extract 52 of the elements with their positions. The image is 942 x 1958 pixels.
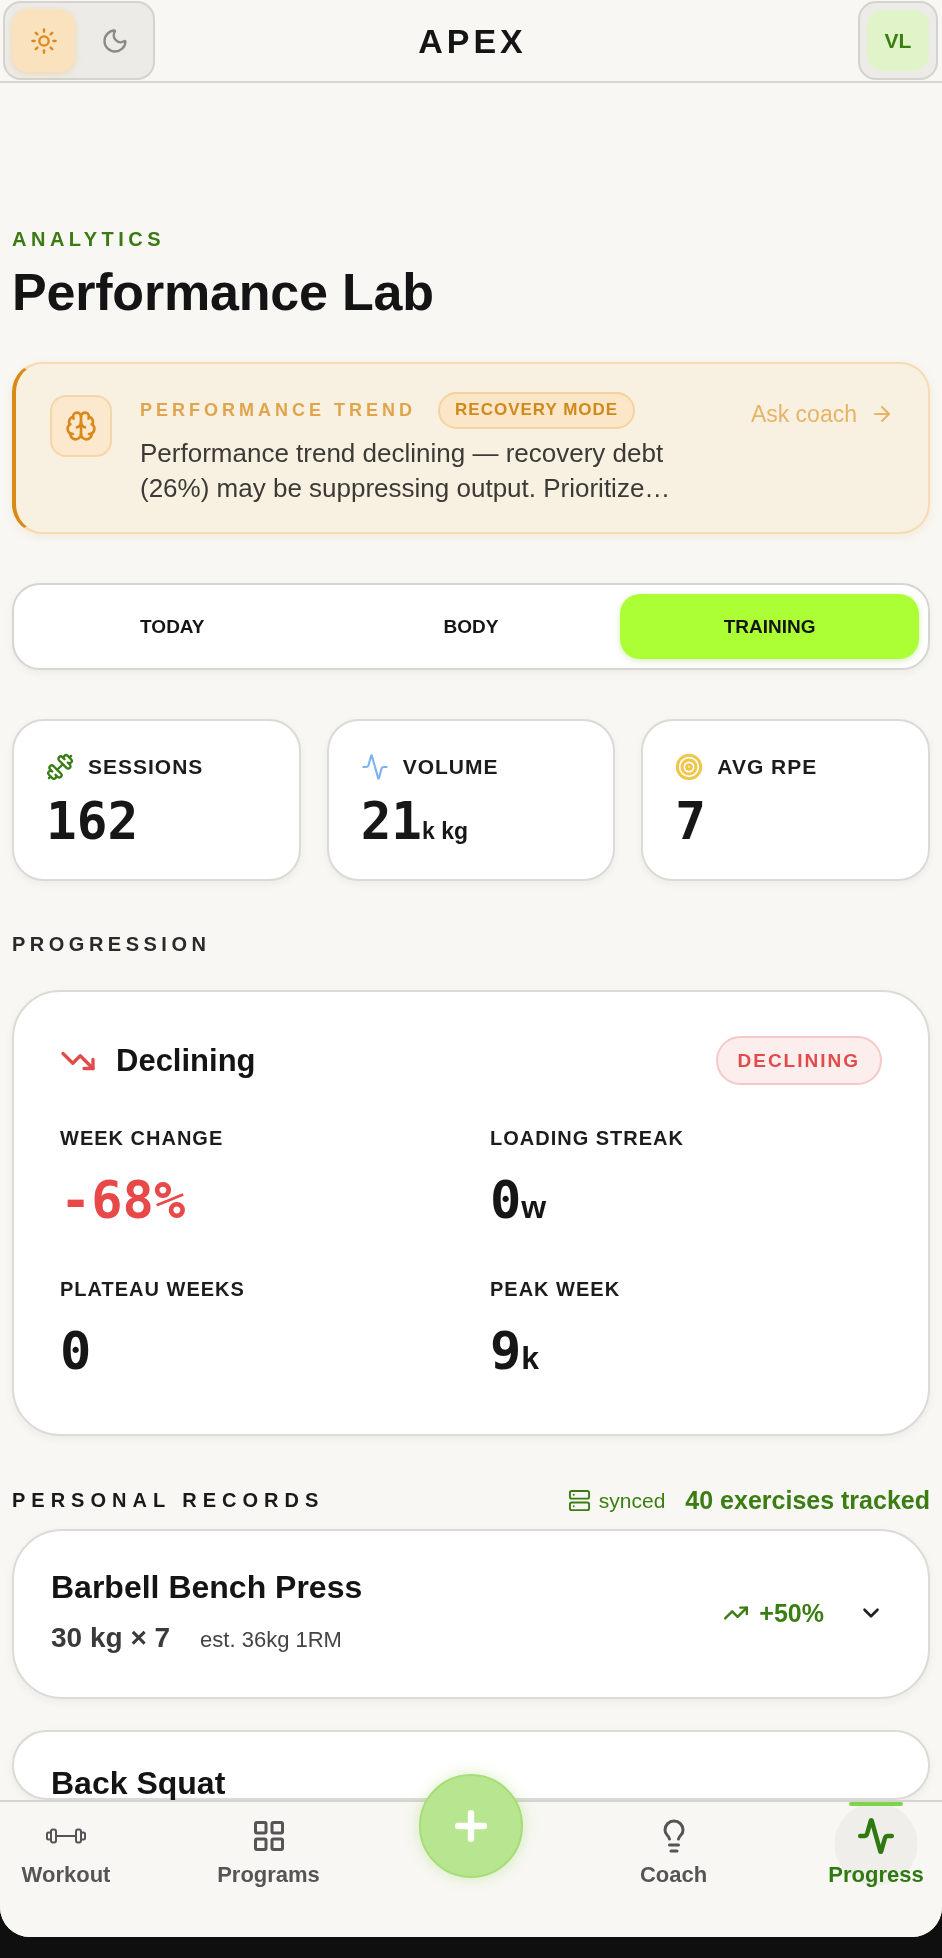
section-heading: PERSONAL RECORDS [12,1489,325,1512]
server-icon [567,1489,591,1512]
nav-item[interactable]: Workout [11,1802,121,1902]
avatar-button[interactable]: VL [867,10,929,71]
exercise-name: Barbell Bench Press [51,1569,363,1605]
stat-value: 7 [675,794,708,850]
barbell-icon [46,1828,86,1844]
insight-message: Performance trend declining — recovery debt (26%) may be suppressing output. Prioritize… [140,437,672,505]
sun-icon [29,26,58,55]
record-estimate: est. 36kg 1RM [200,1626,342,1654]
record-card[interactable]: Barbell Bench Press 30 kg × 7 est. 36kg 1RM +50% [12,1529,930,1699]
add-button[interactable] [419,1774,523,1878]
insight-label: PERFORMANCE TREND [140,399,416,421]
active-indicator [849,1802,903,1806]
app-title: APEX [418,21,527,61]
brain-icon [50,395,112,457]
tab[interactable]: BODY [321,594,621,659]
exercise-name: Back Squat [51,1768,226,1798]
metric-value: 9k [490,1322,541,1380]
metric-value: -68% [60,1171,187,1229]
page-eyebrow: ANALYTICS [12,229,167,249]
stat-value: 162 [46,794,140,850]
nav-item[interactable]: Programs [213,1802,324,1902]
pulse-line-icon [360,753,389,781]
metric-label: PLATEAU WEEKS [60,1278,246,1300]
metric-label: LOADING STREAK [490,1127,685,1149]
mode-badge: RECOVERY MODE [438,391,636,429]
change-percent: +50% [759,1598,824,1628]
stat-value: 21k kg [360,794,470,850]
exercise-count: 40 exercises tracked [685,1486,930,1515]
pulse-line-icon [857,1817,895,1855]
tab[interactable]: TODAY [23,594,322,659]
metric-label: PEAK WEEK [490,1278,622,1300]
stat-label: VOLUME [402,755,499,779]
metric-label: WEEK CHANGE [60,1127,225,1149]
trend-badge: DECLINING [715,1036,882,1085]
light-mode-button[interactable] [12,9,75,72]
trend-status: Declining [116,1042,256,1079]
moon-icon [100,26,129,55]
nav-item[interactable]: Coach [618,1802,729,1902]
record-card[interactable]: Back Squat [12,1730,930,1800]
dumbbell-icon [46,753,74,781]
page-title: Performance Lab [12,266,435,318]
sync-status: synced [598,1488,666,1513]
stat-label: AVG RPE [717,755,818,779]
stat-label: SESSIONS [88,755,204,779]
record-best: 30 kg × 7 [51,1621,171,1655]
metric-value: 0 [60,1322,93,1380]
metric-value: 0w [490,1171,548,1229]
tab[interactable]: TRAINING [620,594,919,659]
section-heading: PROGRESSION [12,933,212,955]
target-icon [675,753,704,781]
